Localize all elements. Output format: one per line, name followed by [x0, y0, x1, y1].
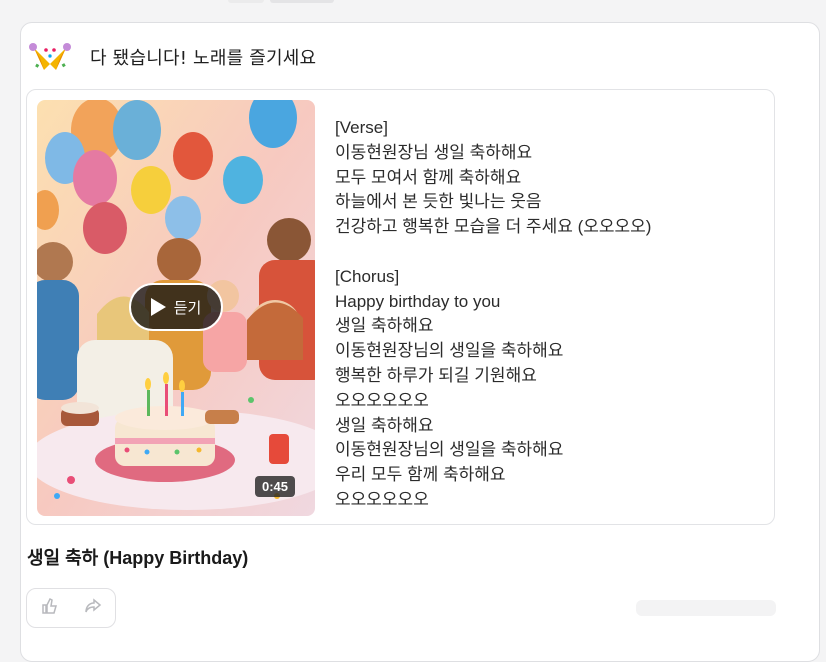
- play-button[interactable]: 듣기: [129, 283, 223, 331]
- song-title: 생일 축하 (Happy Birthday): [27, 548, 249, 568]
- lyric-line: [335, 240, 765, 265]
- lyrics-block: [Verse] 이동현원장님 생일 축하해요 모두 모여서 함께 축하해요 하늘…: [335, 116, 765, 513]
- lyric-line: 이동현원장님의 생일을 축하해요: [335, 341, 564, 361]
- lyric-line: 생일 축하해요: [335, 316, 434, 336]
- lyric-line: 건강하고 행복한 모습을 더 주세요 (오오오오): [335, 217, 652, 237]
- top-tab[interactable]: [270, 0, 334, 3]
- completion-message: 다 됐습니다! 노래를 즐기세요: [90, 48, 317, 69]
- play-icon: [150, 298, 166, 316]
- lyric-line: 생일 축하해요: [335, 415, 434, 435]
- secondary-action-hint: [636, 600, 776, 616]
- lyric-line: Happy birthday to you: [335, 291, 501, 311]
- lyric-line: 모두 모여서 함께 축하해요: [335, 167, 522, 187]
- lyric-line: 오오오오오오: [335, 390, 429, 410]
- lyric-line: 이동현원장님의 생일을 축하해요: [335, 440, 564, 460]
- top-strip: [0, 0, 826, 6]
- lyric-line: 이동현원장님 생일 축하해요: [335, 142, 533, 162]
- lyric-line: 오오오오오오: [335, 489, 429, 509]
- completion-header: 다 됐습니다! 노래를 즐기세요: [28, 40, 316, 74]
- album-cover[interactable]: 듣기 0:45: [37, 100, 315, 516]
- action-bar: [26, 588, 116, 628]
- party-popper-icon: [28, 40, 72, 74]
- like-icon[interactable]: [40, 597, 58, 620]
- lyric-line: 하늘에서 본 듯한 빛나는 웃음: [335, 192, 542, 212]
- duration-badge: 0:45: [254, 476, 295, 497]
- top-tab[interactable]: [228, 0, 264, 3]
- lyric-line: 행복한 하루가 되길 기원해요: [335, 365, 537, 385]
- lyric-line: [Chorus]: [335, 266, 400, 286]
- share-icon[interactable]: [84, 597, 102, 620]
- lyric-line: [Verse]: [335, 118, 388, 137]
- play-button-label: 듣기: [173, 298, 202, 317]
- song-panel: 듣기 0:45 [Verse] 이동현원장님 생일 축하해요 모두 모여서 함께…: [26, 89, 775, 525]
- lyric-line: 우리 모두 함께 축하해요: [335, 465, 506, 485]
